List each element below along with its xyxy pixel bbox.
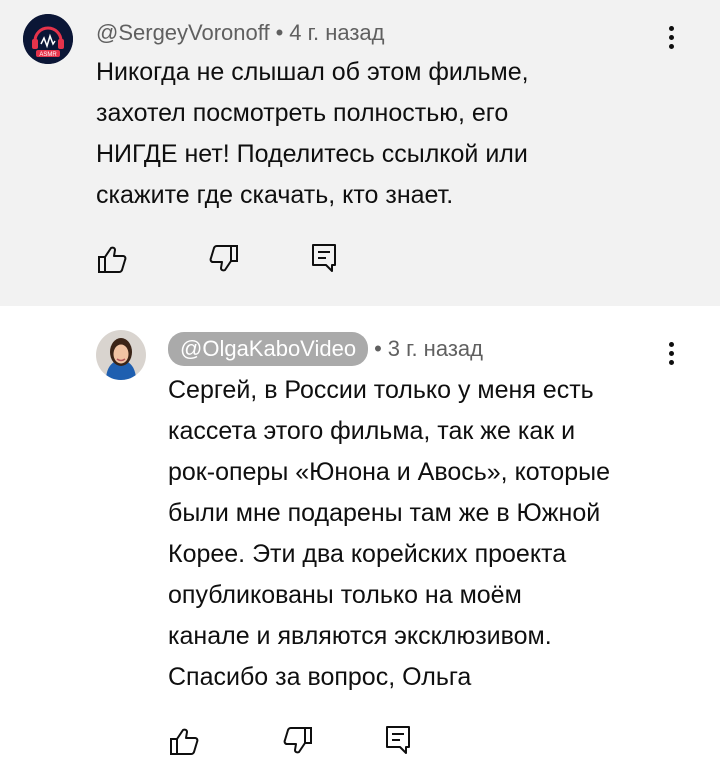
author-handle-pill[interactable]: @OlgaKaboVideo: [168, 332, 369, 366]
dislike-button[interactable]: [206, 240, 242, 276]
dislike-button[interactable]: [280, 722, 316, 758]
reply-icon: [312, 244, 336, 272]
comment-line: были мне подарены там же в Южной: [168, 499, 601, 527]
timestamp[interactable]: 3 г. назад: [388, 336, 483, 362]
comment-line: Сергей, в России только у меня есть: [168, 376, 594, 404]
separator-dot: •: [275, 20, 284, 45]
like-button[interactable]: [94, 242, 130, 278]
comment-meta: @OlgaKaboVideo • 3 г. назад: [168, 330, 483, 368]
comment-meta: @SergeyVoronoff • 4 г. назад: [96, 18, 385, 48]
comment-line: скажите где скачать, кто знает.: [96, 181, 454, 209]
thumbs-up-icon: [170, 728, 199, 755]
comment-text: Никогда не слышал об этом фильме, захоте…: [96, 52, 656, 216]
thumbs-down-icon: [209, 245, 238, 272]
like-button[interactable]: [166, 724, 202, 760]
author-handle[interactable]: @SergeyVoronoff: [96, 20, 270, 46]
comment-line: Никогда не слышал об этом фильме,: [96, 58, 529, 86]
comment-line: рок-оперы «Юнона и Авось», которые: [168, 458, 610, 486]
comment-line: захотел посмотреть полностью, его: [96, 99, 509, 127]
comment-sergey: ASMR @SergeyVoronoff • 4 г. назад Никогд…: [0, 0, 720, 306]
separator-dot: •: [374, 336, 382, 361]
avatar[interactable]: ASMR: [23, 14, 73, 64]
thumbs-down-icon: [283, 727, 312, 754]
timestamp[interactable]: 4 г. назад: [289, 20, 384, 46]
comment-line: опубликованы только на моём: [168, 581, 522, 609]
avatar[interactable]: [96, 330, 146, 380]
headphones-logo-icon: ASMR: [23, 14, 73, 64]
svg-text:ASMR: ASMR: [39, 52, 57, 58]
comment-line: Спасибо за вопрос, Ольга: [168, 663, 472, 691]
reply-icon: [386, 726, 410, 754]
comment-line: Корее. Эти два корейских проекта: [168, 540, 567, 568]
reply-button[interactable]: [380, 722, 416, 758]
comment-line: НИГДЕ нет! Поделитесь ссылкой или: [96, 140, 528, 168]
comment-text: Сергей, в России только у меня есть касс…: [168, 370, 688, 698]
reply-button[interactable]: [306, 240, 342, 276]
more-vertical-icon[interactable]: [662, 340, 682, 368]
comment-line: канале и являются эксклюзивом.: [168, 622, 552, 650]
comment-line: кассета этого фильма, так же как и: [168, 417, 576, 445]
profile-photo-icon: [96, 330, 146, 380]
more-vertical-icon[interactable]: [662, 24, 682, 52]
thumbs-up-icon: [98, 246, 127, 273]
